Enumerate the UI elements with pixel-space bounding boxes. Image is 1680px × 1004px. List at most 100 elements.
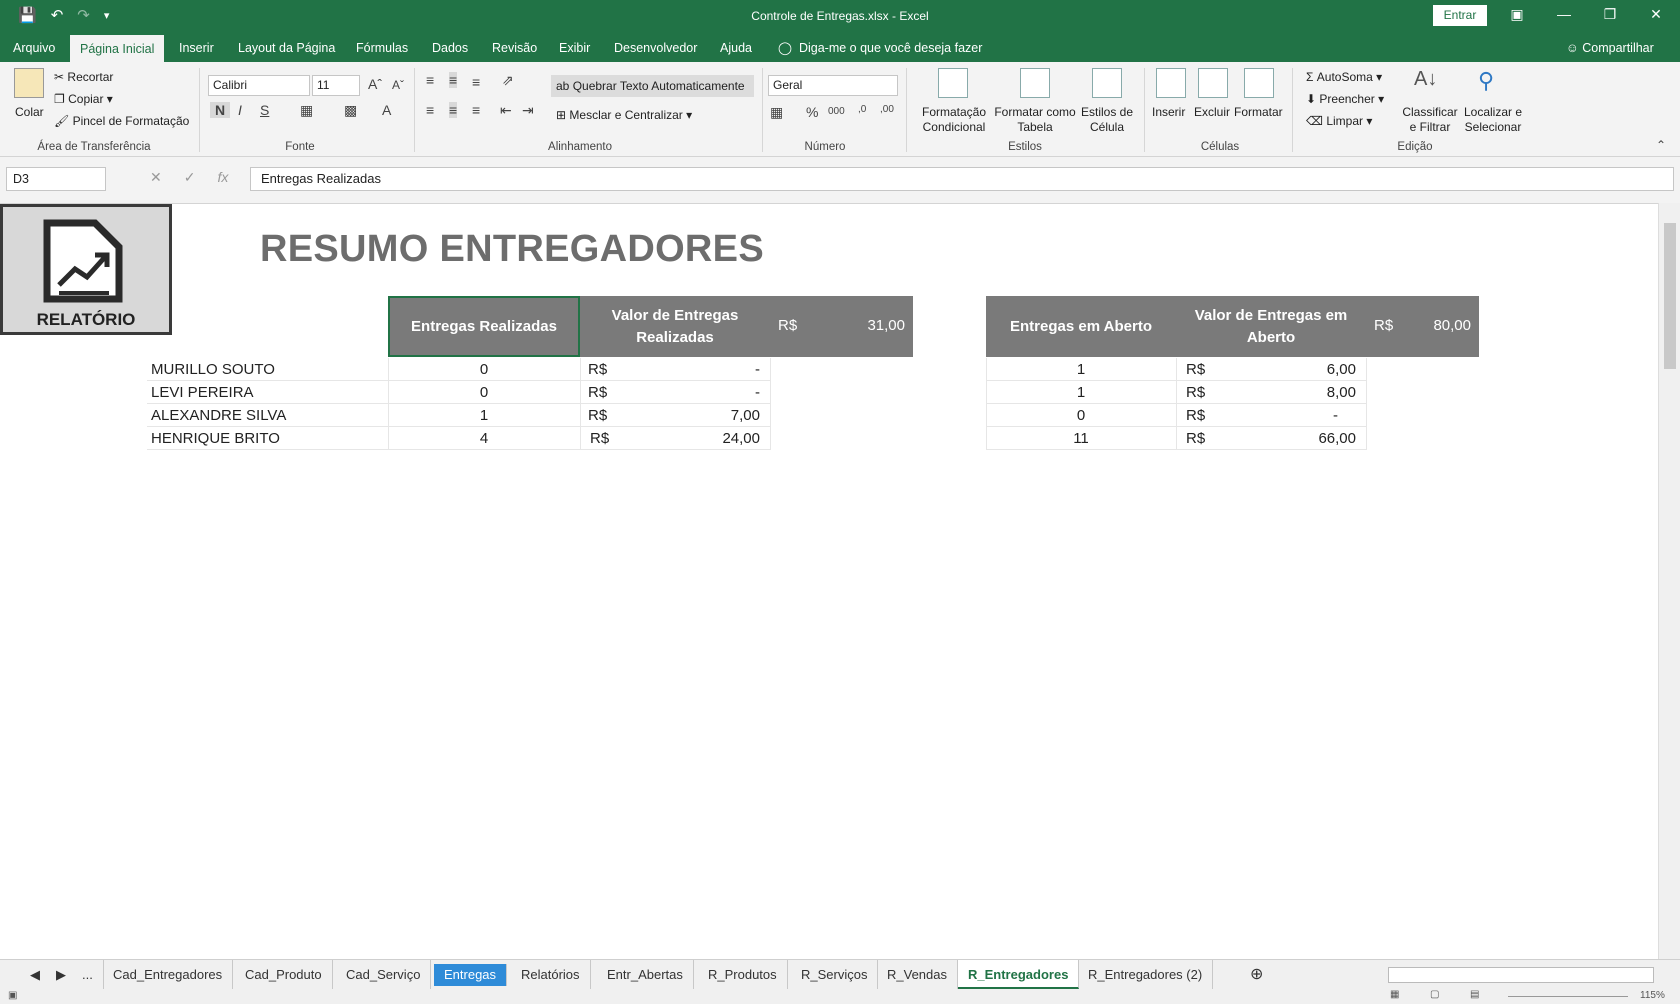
increase-indent-icon[interactable]: ⇥ <box>522 102 534 119</box>
formula-input[interactable]: Entregas Realizadas <box>250 167 1674 191</box>
row-3-value-cell[interactable]: R$ 7,00 <box>580 404 770 427</box>
open-row-4-value-cell[interactable]: R$ 66,00 <box>1176 427 1366 450</box>
borders-icon[interactable]: ▦ <box>300 102 313 119</box>
row-2-value-cell[interactable]: R$ - <box>580 381 770 404</box>
fill-button[interactable]: ⬇ Preencher ▾ <box>1306 92 1384 106</box>
bold-button[interactable]: N <box>210 102 230 118</box>
total-realizadas[interactable]: R$ 31,00 <box>770 296 913 357</box>
currency-format-icon[interactable]: ▦ <box>770 104 783 121</box>
total-aberto[interactable]: R$ 80,00 <box>1366 296 1479 357</box>
sheet-tab-relatorios[interactable]: Relatórios <box>511 960 591 989</box>
row-3-count[interactable]: 1 <box>388 404 580 427</box>
tab-ajuda[interactable]: Ajuda <box>710 32 762 62</box>
increase-font-icon[interactable]: Aˆ <box>368 76 382 92</box>
merge-center-button[interactable]: ⊞ Mesclar e Centralizar ▾ <box>556 108 692 122</box>
row-4-count[interactable]: 4 <box>388 427 580 450</box>
open-row-2-value-cell[interactable]: R$ 8,00 <box>1176 381 1366 404</box>
zoom-slider[interactable] <box>1508 996 1628 997</box>
align-top-icon[interactable]: ≡ <box>426 72 434 88</box>
report-logo[interactable]: RELATÓRIO <box>0 204 172 335</box>
insert-cells-icon[interactable] <box>1156 68 1186 98</box>
align-right-icon[interactable]: ≡ <box>472 102 480 118</box>
format-as-table-button[interactable]: Formatar como Tabela <box>994 105 1076 135</box>
clear-button[interactable]: ⌫ Limpar ▾ <box>1306 114 1372 128</box>
insert-cells-button[interactable]: Inserir <box>1152 105 1185 119</box>
page-break-icon[interactable]: ▤ <box>1470 989 1479 1000</box>
find-select-button[interactable]: Localizar e Selecionar <box>1456 105 1530 135</box>
close-icon[interactable]: ✕ <box>1641 6 1671 23</box>
tab-inserir[interactable]: Inserir <box>169 32 224 62</box>
tab-dados[interactable]: Dados <box>422 32 478 62</box>
copy-button[interactable]: ❐ Copiar ▾ <box>54 92 113 106</box>
restore-icon[interactable]: ❐ <box>1595 6 1625 23</box>
align-bottom-icon[interactable]: ≡ <box>472 74 480 90</box>
sheet-tab-entregas[interactable]: Entregas <box>434 964 508 986</box>
collapse-ribbon-icon[interactable]: ⌃ <box>1656 138 1666 152</box>
minimize-icon[interactable]: — <box>1549 6 1579 22</box>
increase-decimal-icon[interactable]: ,0 <box>858 104 866 115</box>
paste-label[interactable]: Colar <box>15 105 44 119</box>
more-sheets-ellipsis[interactable]: ... <box>72 960 104 989</box>
italic-button[interactable]: I <box>238 102 242 118</box>
tab-desenvolvedor[interactable]: Desenvolvedor <box>604 32 707 62</box>
open-row-1-value-cell[interactable]: R$ 6,00 <box>1176 358 1366 381</box>
decrease-font-icon[interactable]: Aˇ <box>392 78 404 92</box>
sheet-tab-entr-abertas[interactable]: Entr_Abertas <box>597 960 694 989</box>
decrease-decimal-icon[interactable]: ,00 <box>880 104 894 115</box>
underline-button[interactable]: S <box>260 102 269 118</box>
thousands-icon[interactable]: 000 <box>828 106 845 117</box>
conditional-format-icon[interactable] <box>938 68 968 98</box>
decrease-indent-icon[interactable]: ⇤ <box>500 102 512 119</box>
font-name-select[interactable]: Calibri <box>208 75 310 96</box>
conditional-format-button[interactable]: Formatação Condicional <box>918 105 990 135</box>
sort-filter-icon[interactable]: A↓ <box>1414 68 1444 98</box>
sheet-tab-cad-produto[interactable]: Cad_Produto <box>235 960 333 989</box>
open-row-3-count[interactable]: 0 <box>986 404 1176 427</box>
cell-styles-icon[interactable] <box>1092 68 1122 98</box>
cut-button[interactable]: ✂ Recortar <box>54 70 113 84</box>
enter-icon[interactable]: ✓ <box>184 169 196 186</box>
add-sheet-icon[interactable]: ⊕ <box>1240 960 1273 989</box>
macro-record-icon[interactable]: ▣ <box>8 990 17 1001</box>
tab-formulas[interactable]: Fórmulas <box>346 32 418 62</box>
row-1-name[interactable]: MURILLO SOUTO <box>147 358 388 381</box>
page-layout-icon[interactable]: ▢ <box>1430 989 1439 1000</box>
open-row-2-count[interactable]: 1 <box>986 381 1176 404</box>
row-4-name[interactable]: HENRIQUE BRITO <box>147 427 388 450</box>
autosum-button[interactable]: Σ AutoSoma ▾ <box>1306 70 1382 84</box>
name-box[interactable]: D3 <box>6 167 106 191</box>
sheet-tab-r-entregadores-2[interactable]: R_Entregadores (2) <box>1078 960 1214 989</box>
row-2-count[interactable]: 0 <box>388 381 580 404</box>
format-as-table-icon[interactable] <box>1020 68 1050 98</box>
tell-me-box[interactable]: ◯ Diga-me o que você deseja fazer <box>778 32 982 64</box>
orientation-icon[interactable]: ⇗ <box>502 72 514 89</box>
open-row-3-value-cell[interactable]: R$ - <box>1176 404 1366 427</box>
align-center-icon[interactable]: ≡ <box>449 102 458 118</box>
tab-pagina-inicial[interactable]: Página Inicial <box>70 35 165 62</box>
find-icon[interactable]: ⚲ <box>1478 68 1508 98</box>
tab-revisao[interactable]: Revisão <box>482 32 547 62</box>
vertical-scrollbar[interactable] <box>1658 203 1680 959</box>
percent-icon[interactable]: % <box>806 104 818 120</box>
row-2-name[interactable]: LEVI PEREIRA <box>147 381 388 404</box>
row-4-value-cell[interactable]: R$ 24,00 <box>580 427 770 450</box>
header-valor-realizadas[interactable]: Valor de Entregas Realizadas <box>580 296 770 357</box>
sheet-tab-r-produtos[interactable]: R_Produtos <box>698 960 788 989</box>
row-1-count[interactable]: 0 <box>388 358 580 381</box>
ribbon-display-icon[interactable]: ▣ <box>1502 6 1532 23</box>
number-format-select[interactable]: Geral <box>768 75 898 96</box>
cancel-icon[interactable]: ✕ <box>150 169 162 186</box>
header-valor-aberto[interactable]: Valor de Entregas em Aberto <box>1176 296 1366 357</box>
format-cells-icon[interactable] <box>1244 68 1274 98</box>
font-size-select[interactable]: 11 <box>312 75 360 96</box>
delete-cells-icon[interactable] <box>1198 68 1228 98</box>
open-row-4-count[interactable]: 11 <box>986 427 1176 450</box>
header-entregas-realizadas[interactable]: Entregas Realizadas <box>388 296 580 357</box>
row-1-value-cell[interactable]: R$ - <box>580 358 770 381</box>
sheet-tab-r-vendas[interactable]: R_Vendas <box>877 960 958 989</box>
vertical-scroll-thumb[interactable] <box>1664 223 1676 369</box>
tab-arquivo[interactable]: Arquivo <box>3 32 65 62</box>
worksheet[interactable]: RELATÓRIO RESUMO ENTREGADORES Entregas R… <box>0 203 1658 959</box>
insert-function-icon[interactable]: fx <box>217 169 228 186</box>
zoom-level[interactable]: 115% <box>1640 990 1665 1001</box>
